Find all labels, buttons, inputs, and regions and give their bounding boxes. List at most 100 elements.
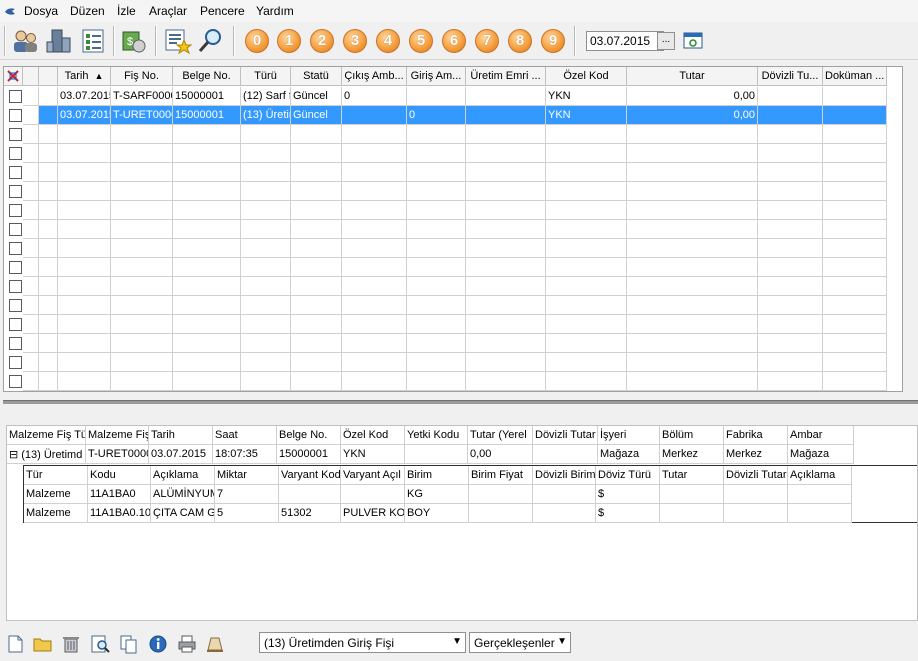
grid-cell[interactable] — [823, 87, 887, 106]
grid-cell[interactable]: 0 — [407, 106, 466, 125]
detail-column-header[interactable]: Belge No. — [277, 426, 341, 445]
column-header[interactable]: Statü — [291, 67, 342, 86]
grid-cell[interactable]: 15000001 — [173, 106, 241, 125]
sub-column-header[interactable]: Varyant Kod — [279, 466, 341, 485]
sub-grid-cell[interactable]: ALÜMİNYUM — [151, 485, 215, 504]
sub-grid-cell[interactable] — [469, 485, 533, 504]
sub-grid-cell[interactable]: 7 — [215, 485, 279, 504]
money-icon[interactable]: $ — [119, 26, 149, 56]
menu-duzen[interactable]: Düzen — [68, 3, 107, 19]
status-filter-select[interactable]: Gerçekleşenler ▼ — [469, 632, 571, 653]
sort-ascending-icon[interactable]: ▲ — [94, 71, 103, 81]
select-all-icon[interactable] — [4, 67, 23, 86]
row-checkbox[interactable] — [9, 375, 22, 388]
sub-column-header[interactable]: Döviz Türü — [596, 466, 660, 485]
sub-grid-cell[interactable] — [660, 485, 724, 504]
row-checkbox[interactable] — [9, 299, 22, 312]
sub-grid-cell[interactable]: 51302 — [279, 504, 341, 523]
shortcut-5-button[interactable]: 5 — [409, 29, 433, 53]
sub-column-header[interactable]: Kodu — [88, 466, 151, 485]
row-checkbox[interactable] — [9, 109, 22, 122]
grid-cell[interactable]: 03.07.2015 — [58, 87, 111, 106]
menu-pencere[interactable]: Pencere — [198, 3, 247, 19]
detail-column-header[interactable]: Ambar — [788, 426, 854, 445]
grid-cell[interactable]: (13) Üretim — [241, 106, 291, 125]
detail-master-cell[interactable]: Mağaza — [788, 445, 854, 464]
stamp-icon[interactable] — [204, 633, 226, 655]
detail-column-header[interactable]: Saat — [213, 426, 277, 445]
detail-column-header[interactable]: Tarih — [149, 426, 213, 445]
sub-grid-cell[interactable]: ÇITA CAM G — [151, 504, 215, 523]
detail-master-cell[interactable]: 03.07.2015 — [149, 445, 213, 464]
column-header[interactable]: Belge No. — [173, 67, 241, 86]
report-star-icon[interactable] — [162, 26, 192, 56]
row-checkbox[interactable] — [9, 128, 22, 141]
detail-master-cell[interactable]: Merkez — [660, 445, 724, 464]
search-icon[interactable] — [196, 26, 226, 56]
sub-column-header[interactable]: Dövizli Birim — [533, 466, 596, 485]
vertical-scrollbar[interactable] — [903, 66, 918, 392]
shortcut-2-button[interactable]: 2 — [310, 29, 334, 53]
copy-icon[interactable] — [118, 633, 140, 655]
shortcut-4-button[interactable]: 4 — [376, 29, 400, 53]
grid-cell[interactable]: Güncel — [291, 106, 342, 125]
row-checkbox[interactable] — [9, 280, 22, 293]
detail-column-header[interactable]: Özel Kod — [341, 426, 405, 445]
detail-column-header[interactable]: Fabrika — [724, 426, 788, 445]
column-header[interactable]: Çıkış Amb... — [342, 67, 407, 86]
sub-grid-cell[interactable]: $ — [596, 485, 660, 504]
menu-izle[interactable]: İzle — [115, 3, 138, 19]
grid-cell[interactable]: Güncel — [291, 87, 342, 106]
list-form-icon[interactable] — [78, 26, 108, 56]
detail-master-cell[interactable]: 0,00 — [468, 445, 533, 464]
detail-column-header[interactable]: Yetki Kodu — [405, 426, 468, 445]
column-header[interactable]: Türü — [241, 67, 291, 86]
row-checkbox[interactable] — [9, 147, 22, 160]
column-header[interactable]: Fiş No. — [111, 67, 173, 86]
users-icon[interactable] — [10, 26, 40, 56]
grid-cell[interactable]: (12) Sarf f — [241, 87, 291, 106]
grid-cell[interactable]: 0,00 — [627, 106, 758, 125]
grid-cell[interactable]: YKN — [546, 106, 627, 125]
column-header[interactable]: Tutar — [627, 67, 758, 86]
column-header[interactable]: Giriş Am... — [407, 67, 466, 86]
shortcut-1-button[interactable]: 1 — [277, 29, 301, 53]
column-header[interactable]: Tarih ▲ — [58, 67, 111, 86]
sub-grid-cell[interactable]: $ — [596, 504, 660, 523]
detail-master-cell[interactable]: Merkez — [724, 445, 788, 464]
grid-cell[interactable] — [823, 106, 887, 125]
splitter-bar[interactable] — [3, 400, 918, 404]
detail-column-header[interactable]: Tutar (Yerel — [468, 426, 533, 445]
grid-cell[interactable] — [466, 87, 546, 106]
detail-master-cell[interactable] — [405, 445, 468, 464]
sub-grid-cell[interactable] — [341, 485, 405, 504]
shortcut-3-button[interactable]: 3 — [343, 29, 367, 53]
grid-cell[interactable] — [466, 106, 546, 125]
sub-grid-cell[interactable] — [533, 485, 596, 504]
sub-grid-cell[interactable] — [469, 504, 533, 523]
detail-column-header[interactable]: Malzeme Fiş — [86, 426, 149, 445]
sub-column-header[interactable]: Miktar — [215, 466, 279, 485]
grid-cell[interactable]: 0,00 — [627, 87, 758, 106]
sub-grid-cell[interactable]: Malzeme — [24, 485, 88, 504]
grid-cell[interactable]: YKN — [546, 87, 627, 106]
sub-column-header[interactable]: Varyant Açıl — [341, 466, 405, 485]
grid-cell[interactable] — [342, 106, 407, 125]
sub-grid-cell[interactable] — [724, 504, 788, 523]
column-header[interactable]: Dövizli Tu... — [758, 67, 823, 86]
sub-grid-cell[interactable] — [660, 504, 724, 523]
row-checkbox[interactable] — [9, 90, 22, 103]
grid-cell[interactable]: 15000001 — [173, 87, 241, 106]
sub-grid-cell[interactable]: KG — [405, 485, 469, 504]
row-checkbox[interactable] — [9, 356, 22, 369]
detail-column-header[interactable]: Bölüm — [660, 426, 724, 445]
grid-cell[interactable]: T-SARF00000 — [111, 87, 173, 106]
trash-icon[interactable] — [60, 633, 82, 655]
grid-cell[interactable]: 0 — [342, 87, 407, 106]
shortcut-7-button[interactable]: 7 — [475, 29, 499, 53]
sub-grid-cell[interactable] — [788, 504, 852, 523]
sub-column-header[interactable]: Tutar — [660, 466, 724, 485]
sub-column-header[interactable]: Birim — [405, 466, 469, 485]
detail-column-header[interactable]: Malzeme Fiş Tü — [7, 426, 86, 445]
column-header[interactable]: Doküman ... — [823, 67, 887, 86]
